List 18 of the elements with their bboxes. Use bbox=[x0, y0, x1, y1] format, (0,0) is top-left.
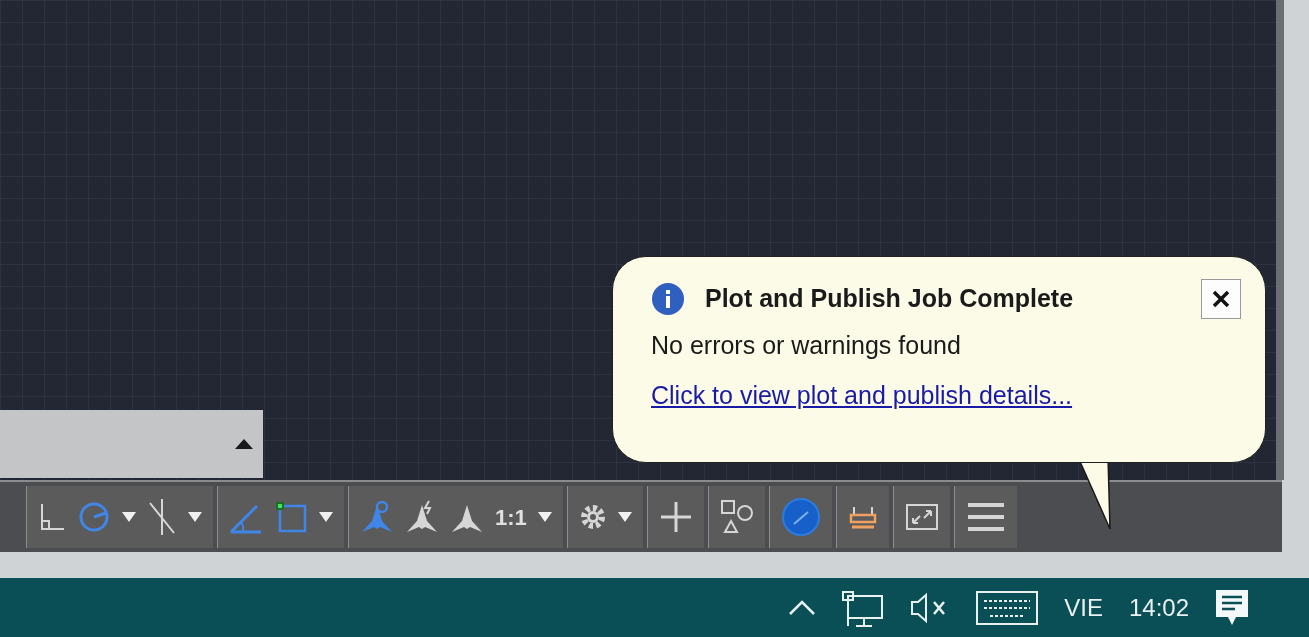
caret-icon[interactable] bbox=[537, 512, 552, 522]
caret-icon[interactable] bbox=[617, 512, 632, 522]
caret-icon[interactable] bbox=[319, 512, 333, 522]
keyboard-icon[interactable] bbox=[976, 590, 1039, 625]
chevron-up-icon[interactable] bbox=[788, 599, 817, 616]
notification-message: No errors or warnings found bbox=[651, 330, 962, 361]
notification-icon[interactable] bbox=[1215, 588, 1249, 627]
language-indicator[interactable]: VIE bbox=[1064, 589, 1103, 626]
close-button[interactable] bbox=[1201, 279, 1241, 319]
clock[interactable]: 14:02 bbox=[1128, 589, 1189, 626]
details-link[interactable]: Click to view plot and publish details... bbox=[651, 376, 1073, 414]
caret-icon[interactable] bbox=[188, 512, 202, 522]
caret-icon[interactable] bbox=[122, 512, 136, 522]
notification-title: Plot and Publish Job Complete bbox=[705, 283, 1074, 315]
collapse-icon[interactable] bbox=[235, 439, 253, 449]
info-icon bbox=[651, 282, 685, 316]
scale-label[interactable]: 1:1 bbox=[495, 500, 527, 534]
close-icon bbox=[1212, 290, 1230, 308]
